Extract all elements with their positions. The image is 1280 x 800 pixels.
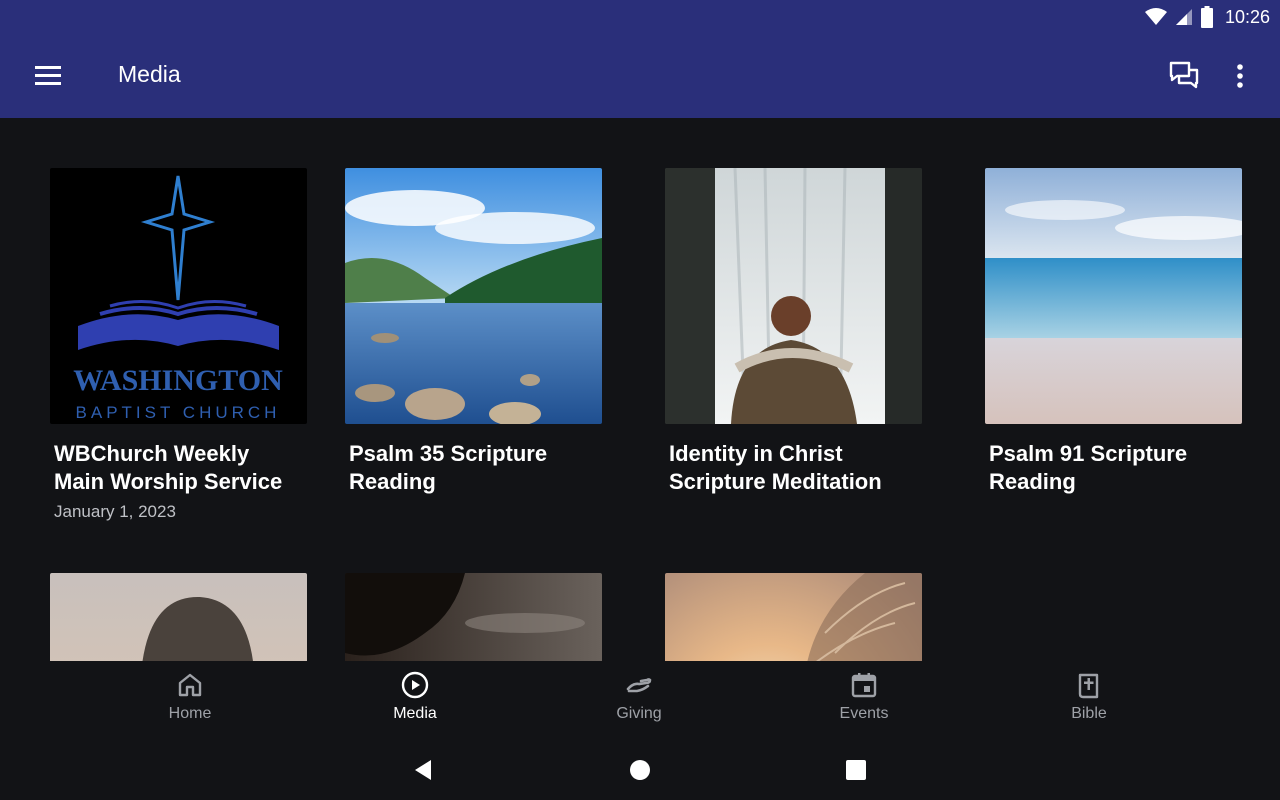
media-card[interactable] [345,573,602,661]
battery-icon [1200,6,1213,28]
media-card[interactable]: Psalm 91 Scripture Reading [985,168,1242,496]
system-navigation-bar [0,739,1280,800]
status-bar: 10:26 [0,0,1280,34]
nav-label: Home [168,705,212,722]
media-thumbnail-church-logo: WASHINGTON BAPTIST CHURCH [50,168,307,424]
calendar-icon [851,673,877,698]
nav-item-media[interactable]: Media [355,671,475,723]
logo-text-line1: WASHINGTON [73,364,283,397]
nav-label: Events [839,705,889,722]
media-thumbnail-dusk-tree [345,573,602,661]
home-circle-icon [630,760,650,780]
app-bar: Media [0,34,1280,118]
home-button[interactable] [625,755,655,785]
recents-square-icon [846,760,866,780]
hamburger-menu-icon [35,66,61,85]
media-card[interactable] [50,573,307,661]
media-thumbnail-sunset-hair [665,573,922,661]
wifi-icon [1144,8,1167,25]
media-thumbnail-waterfall [665,168,922,424]
chat-bubbles-icon [1169,61,1199,89]
more-vert-icon [1237,64,1243,88]
media-card[interactable]: Psalm 35 Scripture Reading [345,168,602,496]
signal-icon [1175,9,1192,25]
nav-item-bible[interactable]: Bible [1029,671,1149,723]
media-title: WBChurch Weekly Main Worship Service [54,441,283,494]
media-date: January 1, 2023 [54,502,176,521]
home-icon [178,673,202,697]
nav-item-events[interactable]: Events [804,671,924,723]
menu-button[interactable] [30,60,66,92]
media-title: Identity in Christ Scripture Meditation [669,441,882,494]
media-card[interactable] [665,573,922,661]
recents-button[interactable] [841,755,871,785]
bible-icon [1078,673,1099,699]
media-thumbnail-person-sunset [50,573,307,661]
media-card[interactable]: Identity in Christ Scripture Meditation [665,168,922,496]
status-time: 10:26 [1224,6,1270,27]
chat-button[interactable] [1166,58,1202,94]
logo-text-line2: BAPTIST CHURCH [76,403,281,422]
giving-hand-icon [626,678,652,693]
bottom-navigation: Home Media Giving Events Bible [0,661,1280,739]
back-triangle-icon [415,760,431,780]
nav-label: Bible [1071,705,1107,722]
more-options-button[interactable] [1226,58,1254,94]
media-title: Psalm 91 Scripture Reading [989,441,1188,494]
nav-label: Giving [616,705,662,722]
nav-label: Media [393,705,437,722]
media-title: Psalm 35 Scripture Reading [349,441,548,494]
nav-item-giving[interactable]: Giving [579,671,699,723]
media-thumbnail-lake [345,168,602,424]
play-circle-icon [401,671,429,699]
page-title: Media [118,61,181,87]
media-thumbnail-beach [985,168,1242,424]
back-button[interactable] [409,755,439,785]
nav-item-home[interactable]: Home [130,671,250,723]
church-logo-icon: WASHINGTON BAPTIST CHURCH [73,175,283,422]
media-card[interactable]: WASHINGTON BAPTIST CHURCH WBChurch Weekl… [50,168,307,522]
media-grid: WASHINGTON BAPTIST CHURCH WBChurch Weekl… [0,118,1280,661]
